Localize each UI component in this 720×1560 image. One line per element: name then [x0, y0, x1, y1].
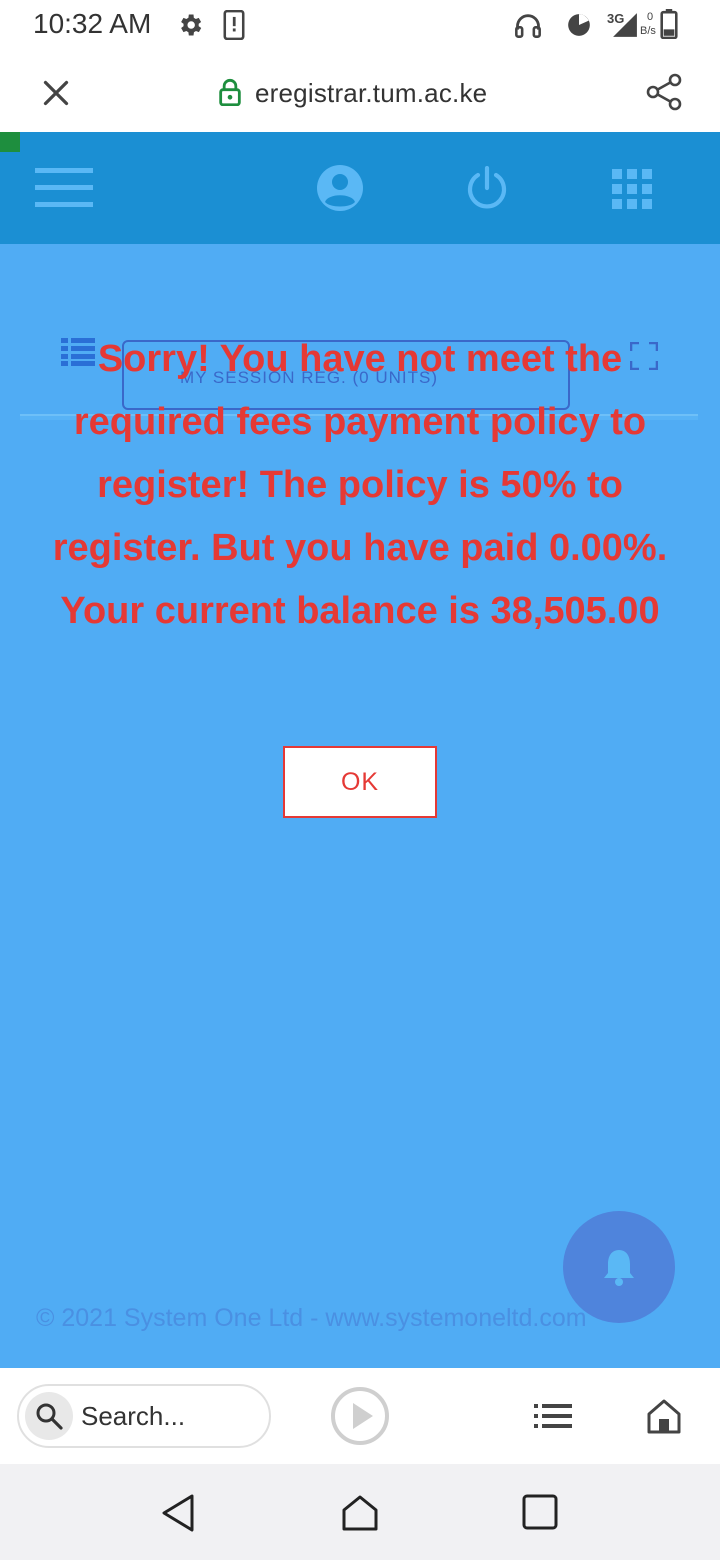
speed-unit: B/s [640, 25, 656, 37]
back-icon[interactable] [160, 1493, 196, 1533]
web-content: MY SESSION REG. (0 UNITS) Sorry! You hav… [0, 132, 720, 1368]
browser-url-bar: eregistrar.tum.ac.ke [0, 52, 720, 132]
home-icon[interactable] [646, 1398, 682, 1434]
user-profile-icon[interactable] [316, 164, 364, 212]
share-icon[interactable] [644, 72, 684, 112]
phone-alert-icon [223, 10, 245, 40]
status-time: 10:32 AM [33, 8, 152, 39]
bell-icon [604, 1250, 634, 1286]
recents-icon[interactable] [522, 1494, 558, 1530]
url-text[interactable]: eregistrar.tum.ac.ke [255, 78, 487, 109]
notification-button[interactable] [563, 1211, 675, 1323]
signal-icon [613, 13, 637, 37]
close-icon[interactable] [42, 79, 70, 107]
hamburger-menu-icon[interactable] [35, 168, 93, 208]
status-bar: 10:32 AM 3G 0 B/s [0, 0, 720, 52]
loading-indicator [0, 132, 20, 152]
search-icon [36, 1403, 63, 1430]
headphones-icon [515, 14, 541, 38]
speed-value: 0 [647, 11, 654, 23]
search-input[interactable]: Search... [17, 1384, 271, 1448]
search-icon-background [25, 1392, 73, 1440]
play-icon[interactable] [330, 1386, 390, 1446]
home-nav-icon[interactable] [341, 1494, 379, 1532]
battery-icon [660, 9, 678, 39]
ok-button[interactable]: OK [283, 746, 437, 818]
footer-copyright: © 2021 System One Ltd - www.systemoneltd… [36, 1304, 587, 1332]
search-placeholder: Search... [81, 1401, 186, 1431]
fee-policy-alert-message: Sorry! You have not meet the required fe… [52, 338, 668, 632]
apps-grid-icon[interactable] [612, 169, 652, 209]
data-saver-icon [568, 14, 590, 36]
power-icon[interactable] [464, 166, 510, 212]
top-navigation-bar [0, 132, 720, 244]
gear-icon [181, 14, 202, 36]
lock-icon [219, 78, 241, 106]
browser-bottom-toolbar: Search... [0, 1368, 720, 1464]
list-menu-icon[interactable] [534, 1404, 572, 1428]
system-navigation-bar [0, 1464, 720, 1560]
